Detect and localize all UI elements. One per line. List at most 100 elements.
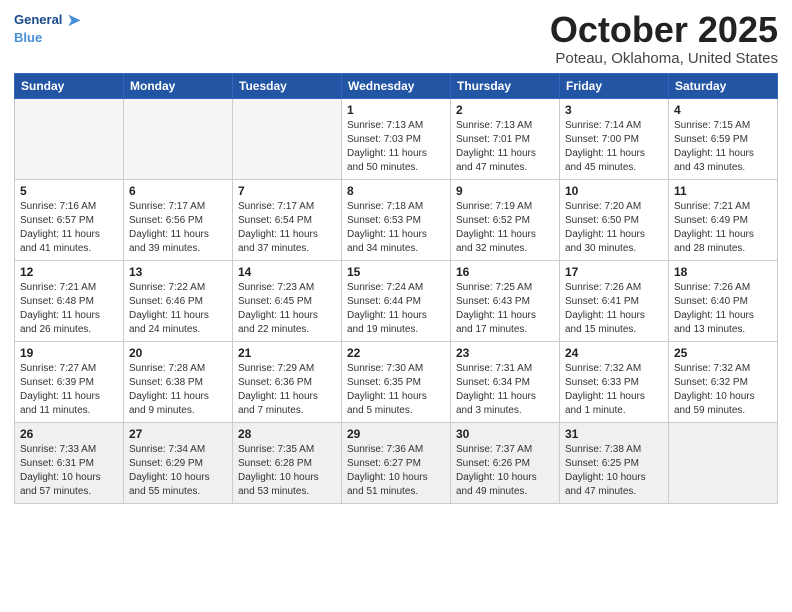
day-info: Sunrise: 7:26 AM Sunset: 6:40 PM Dayligh… bbox=[674, 281, 772, 337]
day-number: 14 bbox=[238, 265, 336, 279]
weekday-header-saturday: Saturday bbox=[669, 73, 778, 98]
day-number: 30 bbox=[456, 427, 554, 441]
day-number: 9 bbox=[456, 184, 554, 198]
day-info: Sunrise: 7:32 AM Sunset: 6:33 PM Dayligh… bbox=[565, 362, 663, 418]
day-info: Sunrise: 7:19 AM Sunset: 6:52 PM Dayligh… bbox=[456, 200, 554, 256]
day-number: 28 bbox=[238, 427, 336, 441]
calendar-cell: 13 Sunrise: 7:22 AM Sunset: 6:46 PM Dayli… bbox=[124, 260, 233, 341]
day-number: 18 bbox=[674, 265, 772, 279]
day-info: Sunrise: 7:17 AM Sunset: 6:56 PM Dayligh… bbox=[129, 200, 227, 256]
day-number: 4 bbox=[674, 103, 772, 117]
calendar-cell: 28 Sunrise: 7:35 AM Sunset: 6:28 PM Dayli… bbox=[233, 422, 342, 503]
day-info: Sunrise: 7:31 AM Sunset: 6:34 PM Dayligh… bbox=[456, 362, 554, 418]
day-number: 11 bbox=[674, 184, 772, 198]
week-row-1: 1Sunrise: 7:13 AM Sunset: 7:03 PM Daylig… bbox=[15, 98, 778, 179]
calendar-cell: 2Sunrise: 7:13 AM Sunset: 7:01 PM Daylig… bbox=[451, 98, 560, 179]
day-info: Sunrise: 7:14 AM Sunset: 7:00 PM Dayligh… bbox=[565, 119, 663, 175]
day-info: Sunrise: 7:29 AM Sunset: 6:36 PM Dayligh… bbox=[238, 362, 336, 418]
day-number: 17 bbox=[565, 265, 663, 279]
day-info: Sunrise: 7:23 AM Sunset: 6:45 PM Dayligh… bbox=[238, 281, 336, 337]
day-number: 16 bbox=[456, 265, 554, 279]
calendar-table: SundayMondayTuesdayWednesdayThursdayFrid… bbox=[14, 73, 778, 504]
weekday-header-monday: Monday bbox=[124, 73, 233, 98]
calendar-cell: 17 Sunrise: 7:26 AM Sunset: 6:41 PM Dayli… bbox=[560, 260, 669, 341]
logo-bird-icon: ➤ bbox=[66, 10, 81, 31]
day-number: 24 bbox=[565, 346, 663, 360]
day-info: Sunrise: 7:38 AM Sunset: 6:25 PM Dayligh… bbox=[565, 443, 663, 499]
calendar-cell: 30 Sunrise: 7:37 AM Sunset: 6:26 PM Dayli… bbox=[451, 422, 560, 503]
day-info: Sunrise: 7:34 AM Sunset: 6:29 PM Dayligh… bbox=[129, 443, 227, 499]
calendar-cell: 18 Sunrise: 7:26 AM Sunset: 6:40 PM Dayli… bbox=[669, 260, 778, 341]
day-info: Sunrise: 7:17 AM Sunset: 6:54 PM Dayligh… bbox=[238, 200, 336, 256]
day-number: 7 bbox=[238, 184, 336, 198]
calendar-cell: 8Sunrise: 7:18 AM Sunset: 6:53 PM Daylig… bbox=[342, 179, 451, 260]
day-number: 13 bbox=[129, 265, 227, 279]
day-info: Sunrise: 7:20 AM Sunset: 6:50 PM Dayligh… bbox=[565, 200, 663, 256]
calendar-cell: 5 Sunrise: 7:16 AM Sunset: 6:57 PM Daylig… bbox=[15, 179, 124, 260]
calendar-cell: 3 Sunrise: 7:14 AM Sunset: 7:00 PM Daylig… bbox=[560, 98, 669, 179]
calendar-cell: 4 Sunrise: 7:15 AM Sunset: 6:59 PM Daylig… bbox=[669, 98, 778, 179]
weekday-header-sunday: Sunday bbox=[15, 73, 124, 98]
calendar-cell: 23 Sunrise: 7:31 AM Sunset: 6:34 PM Dayli… bbox=[451, 341, 560, 422]
calendar-cell: 10 Sunrise: 7:20 AM Sunset: 6:50 PM Dayli… bbox=[560, 179, 669, 260]
calendar-cell bbox=[233, 98, 342, 179]
calendar-cell: 24 Sunrise: 7:32 AM Sunset: 6:33 PM Dayli… bbox=[560, 341, 669, 422]
page-title: October 2025 bbox=[550, 10, 778, 50]
day-number: 2 bbox=[456, 103, 554, 117]
day-info: Sunrise: 7:25 AM Sunset: 6:43 PM Dayligh… bbox=[456, 281, 554, 337]
day-number: 5 bbox=[20, 184, 118, 198]
calendar-cell: 26Sunrise: 7:33 AM Sunset: 6:31 PM Dayli… bbox=[15, 422, 124, 503]
page: General ➤ Blue October 2025 Poteau, Okla… bbox=[0, 0, 792, 612]
day-number: 15 bbox=[347, 265, 445, 279]
location-label: Poteau, Oklahoma, United States bbox=[550, 50, 778, 67]
logo: General ➤ Blue bbox=[14, 10, 82, 45]
day-info: Sunrise: 7:33 AM Sunset: 6:31 PM Dayligh… bbox=[20, 443, 118, 499]
day-number: 31 bbox=[565, 427, 663, 441]
calendar-cell: 19 Sunrise: 7:27 AM Sunset: 6:39 PM Dayli… bbox=[15, 341, 124, 422]
day-number: 21 bbox=[238, 346, 336, 360]
day-number: 27 bbox=[129, 427, 227, 441]
calendar-cell: 21 Sunrise: 7:29 AM Sunset: 6:36 PM Dayli… bbox=[233, 341, 342, 422]
day-number: 10 bbox=[565, 184, 663, 198]
week-row-5: 26Sunrise: 7:33 AM Sunset: 6:31 PM Dayli… bbox=[15, 422, 778, 503]
day-number: 12 bbox=[20, 265, 118, 279]
day-info: Sunrise: 7:21 AM Sunset: 6:48 PM Dayligh… bbox=[20, 281, 118, 337]
day-info: Sunrise: 7:24 AM Sunset: 6:44 PM Dayligh… bbox=[347, 281, 445, 337]
day-info: Sunrise: 7:21 AM Sunset: 6:49 PM Dayligh… bbox=[674, 200, 772, 256]
calendar-cell: 27 Sunrise: 7:34 AM Sunset: 6:29 PM Dayli… bbox=[124, 422, 233, 503]
day-info: Sunrise: 7:37 AM Sunset: 6:26 PM Dayligh… bbox=[456, 443, 554, 499]
day-number: 23 bbox=[456, 346, 554, 360]
day-number: 1 bbox=[347, 103, 445, 117]
day-info: Sunrise: 7:15 AM Sunset: 6:59 PM Dayligh… bbox=[674, 119, 772, 175]
day-info: Sunrise: 7:32 AM Sunset: 6:32 PM Dayligh… bbox=[674, 362, 772, 418]
day-info: Sunrise: 7:35 AM Sunset: 6:28 PM Dayligh… bbox=[238, 443, 336, 499]
calendar-cell: 7 Sunrise: 7:17 AM Sunset: 6:54 PM Daylig… bbox=[233, 179, 342, 260]
calendar-cell bbox=[669, 422, 778, 503]
calendar-cell: 14 Sunrise: 7:23 AM Sunset: 6:45 PM Dayli… bbox=[233, 260, 342, 341]
calendar-cell: 6Sunrise: 7:17 AM Sunset: 6:56 PM Daylig… bbox=[124, 179, 233, 260]
week-row-3: 12 Sunrise: 7:21 AM Sunset: 6:48 PM Dayli… bbox=[15, 260, 778, 341]
calendar-cell: 12 Sunrise: 7:21 AM Sunset: 6:48 PM Dayli… bbox=[15, 260, 124, 341]
day-info: Sunrise: 7:27 AM Sunset: 6:39 PM Dayligh… bbox=[20, 362, 118, 418]
weekday-header-row: SundayMondayTuesdayWednesdayThursdayFrid… bbox=[15, 73, 778, 98]
day-number: 8 bbox=[347, 184, 445, 198]
weekday-header-friday: Friday bbox=[560, 73, 669, 98]
logo-general: General bbox=[14, 13, 62, 27]
header: General ➤ Blue October 2025 Poteau, Okla… bbox=[14, 10, 778, 67]
logo-blue-text: Blue bbox=[14, 31, 42, 45]
day-info: Sunrise: 7:16 AM Sunset: 6:57 PM Dayligh… bbox=[20, 200, 118, 256]
day-info: Sunrise: 7:22 AM Sunset: 6:46 PM Dayligh… bbox=[129, 281, 227, 337]
calendar-cell: 31 Sunrise: 7:38 AM Sunset: 6:25 PM Dayli… bbox=[560, 422, 669, 503]
calendar-cell: 20Sunrise: 7:28 AM Sunset: 6:38 PM Dayli… bbox=[124, 341, 233, 422]
week-row-4: 19 Sunrise: 7:27 AM Sunset: 6:39 PM Dayli… bbox=[15, 341, 778, 422]
calendar-cell: 1Sunrise: 7:13 AM Sunset: 7:03 PM Daylig… bbox=[342, 98, 451, 179]
day-number: 19 bbox=[20, 346, 118, 360]
calendar-cell bbox=[124, 98, 233, 179]
day-info: Sunrise: 7:26 AM Sunset: 6:41 PM Dayligh… bbox=[565, 281, 663, 337]
day-number: 20 bbox=[129, 346, 227, 360]
weekday-header-wednesday: Wednesday bbox=[342, 73, 451, 98]
day-number: 3 bbox=[565, 103, 663, 117]
day-info: Sunrise: 7:36 AM Sunset: 6:27 PM Dayligh… bbox=[347, 443, 445, 499]
calendar-cell: 22Sunrise: 7:30 AM Sunset: 6:35 PM Dayli… bbox=[342, 341, 451, 422]
day-info: Sunrise: 7:30 AM Sunset: 6:35 PM Dayligh… bbox=[347, 362, 445, 418]
